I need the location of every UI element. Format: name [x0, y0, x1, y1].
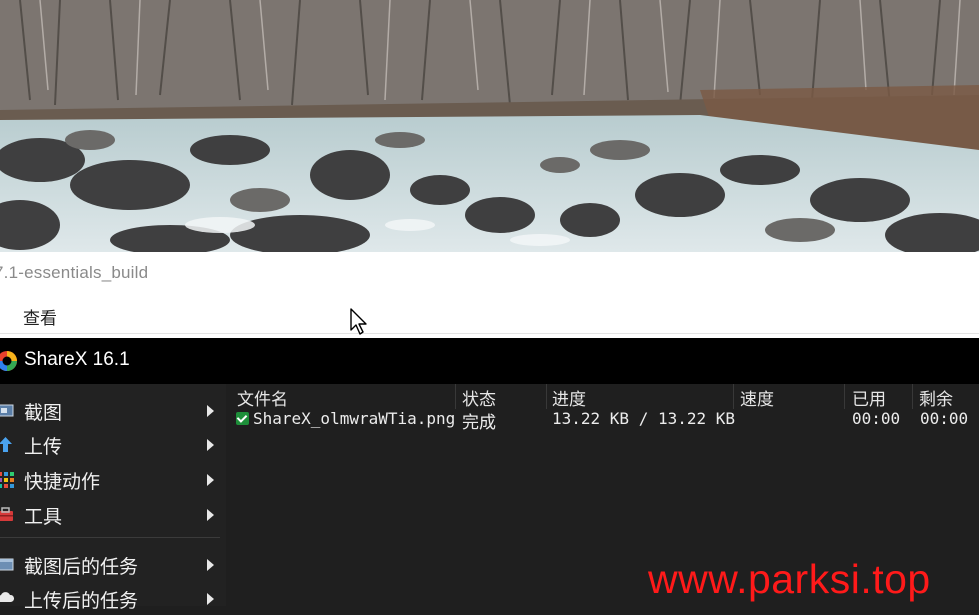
column-header-status[interactable]: 状态 [462, 385, 496, 410]
column-header-progress[interactable]: 进度 [552, 385, 586, 410]
after-upload-tasks-icon [0, 592, 14, 602]
column-header-speed[interactable]: 速度 [740, 385, 774, 410]
task-remaining: 00:00 [920, 409, 969, 428]
quick-actions-grid-icon [0, 472, 14, 488]
river-photo [0, 0, 979, 252]
toolbox-icon [0, 507, 13, 521]
capture-icon [0, 404, 14, 417]
mouse-pointer-icon [350, 308, 367, 335]
column-separator[interactable] [733, 384, 734, 409]
submenu-arrow-icon [207, 439, 214, 451]
main-menu: 截图 上传 快捷动作 工具 截图后的任务 上传后的任务 [0, 384, 226, 612]
explorer-path: 7.1-essentials_build [0, 263, 149, 282]
column-separator[interactable] [912, 384, 913, 409]
column-separator[interactable] [844, 384, 845, 409]
task-elapsed: 00:00 [852, 409, 901, 428]
after-capture-tasks-icon [0, 558, 14, 571]
menu-label: 快捷动作 [24, 471, 101, 493]
file-explorer-window: 7.1-essentials_build 查看 [0, 252, 979, 338]
upload-arrow-icon [0, 437, 12, 452]
column-separator[interactable] [455, 384, 456, 409]
menu-label: 截图 [24, 402, 63, 424]
task-status: 完成 [462, 413, 496, 433]
column-header-remaining[interactable]: 剩余 [919, 385, 953, 410]
column-separator[interactable] [546, 384, 547, 409]
submenu-arrow-icon [207, 405, 214, 417]
menu-label: 截图后的任务 [24, 556, 139, 578]
window-title: ShareX 16.1 [24, 349, 130, 370]
menu-separator [0, 537, 220, 538]
submenu-arrow-icon [207, 474, 214, 486]
submenu-arrow-icon [207, 509, 214, 521]
menu-label: 上传后的任务 [24, 590, 139, 612]
sharex-logo-icon [0, 351, 17, 371]
column-header-filename[interactable]: 文件名 [237, 385, 288, 410]
sharex-titlebar[interactable]: ShareX 16.1 [0, 338, 979, 384]
submenu-arrow-icon [207, 593, 214, 605]
view-menu[interactable]: 查看 [23, 304, 57, 329]
completed-check-icon [236, 412, 249, 425]
watermark-text: www.parksi.top [648, 556, 931, 602]
menu-item-after-upload-tasks[interactable]: 上传后的任务 [0, 581, 226, 615]
column-header-elapsed[interactable]: 已用 [852, 385, 886, 410]
menu-item-after-capture-tasks[interactable]: 截图后的任务 [0, 547, 226, 581]
menu-item-upload[interactable]: 上传 [0, 427, 226, 461]
menu-item-tools[interactable]: 工具 [0, 497, 226, 531]
submenu-arrow-icon [207, 559, 214, 571]
explorer-divider [0, 333, 979, 334]
menu-item-capture[interactable]: 截图 [0, 393, 226, 427]
menu-label: 工具 [24, 506, 63, 528]
menu-label: 上传 [24, 436, 63, 458]
task-progress: 13.22 KB / 13.22 KB [552, 409, 736, 428]
menu-item-quick-actions[interactable]: 快捷动作 [0, 462, 226, 496]
task-filename: ShareX_olmwraWTia.png [253, 409, 456, 428]
